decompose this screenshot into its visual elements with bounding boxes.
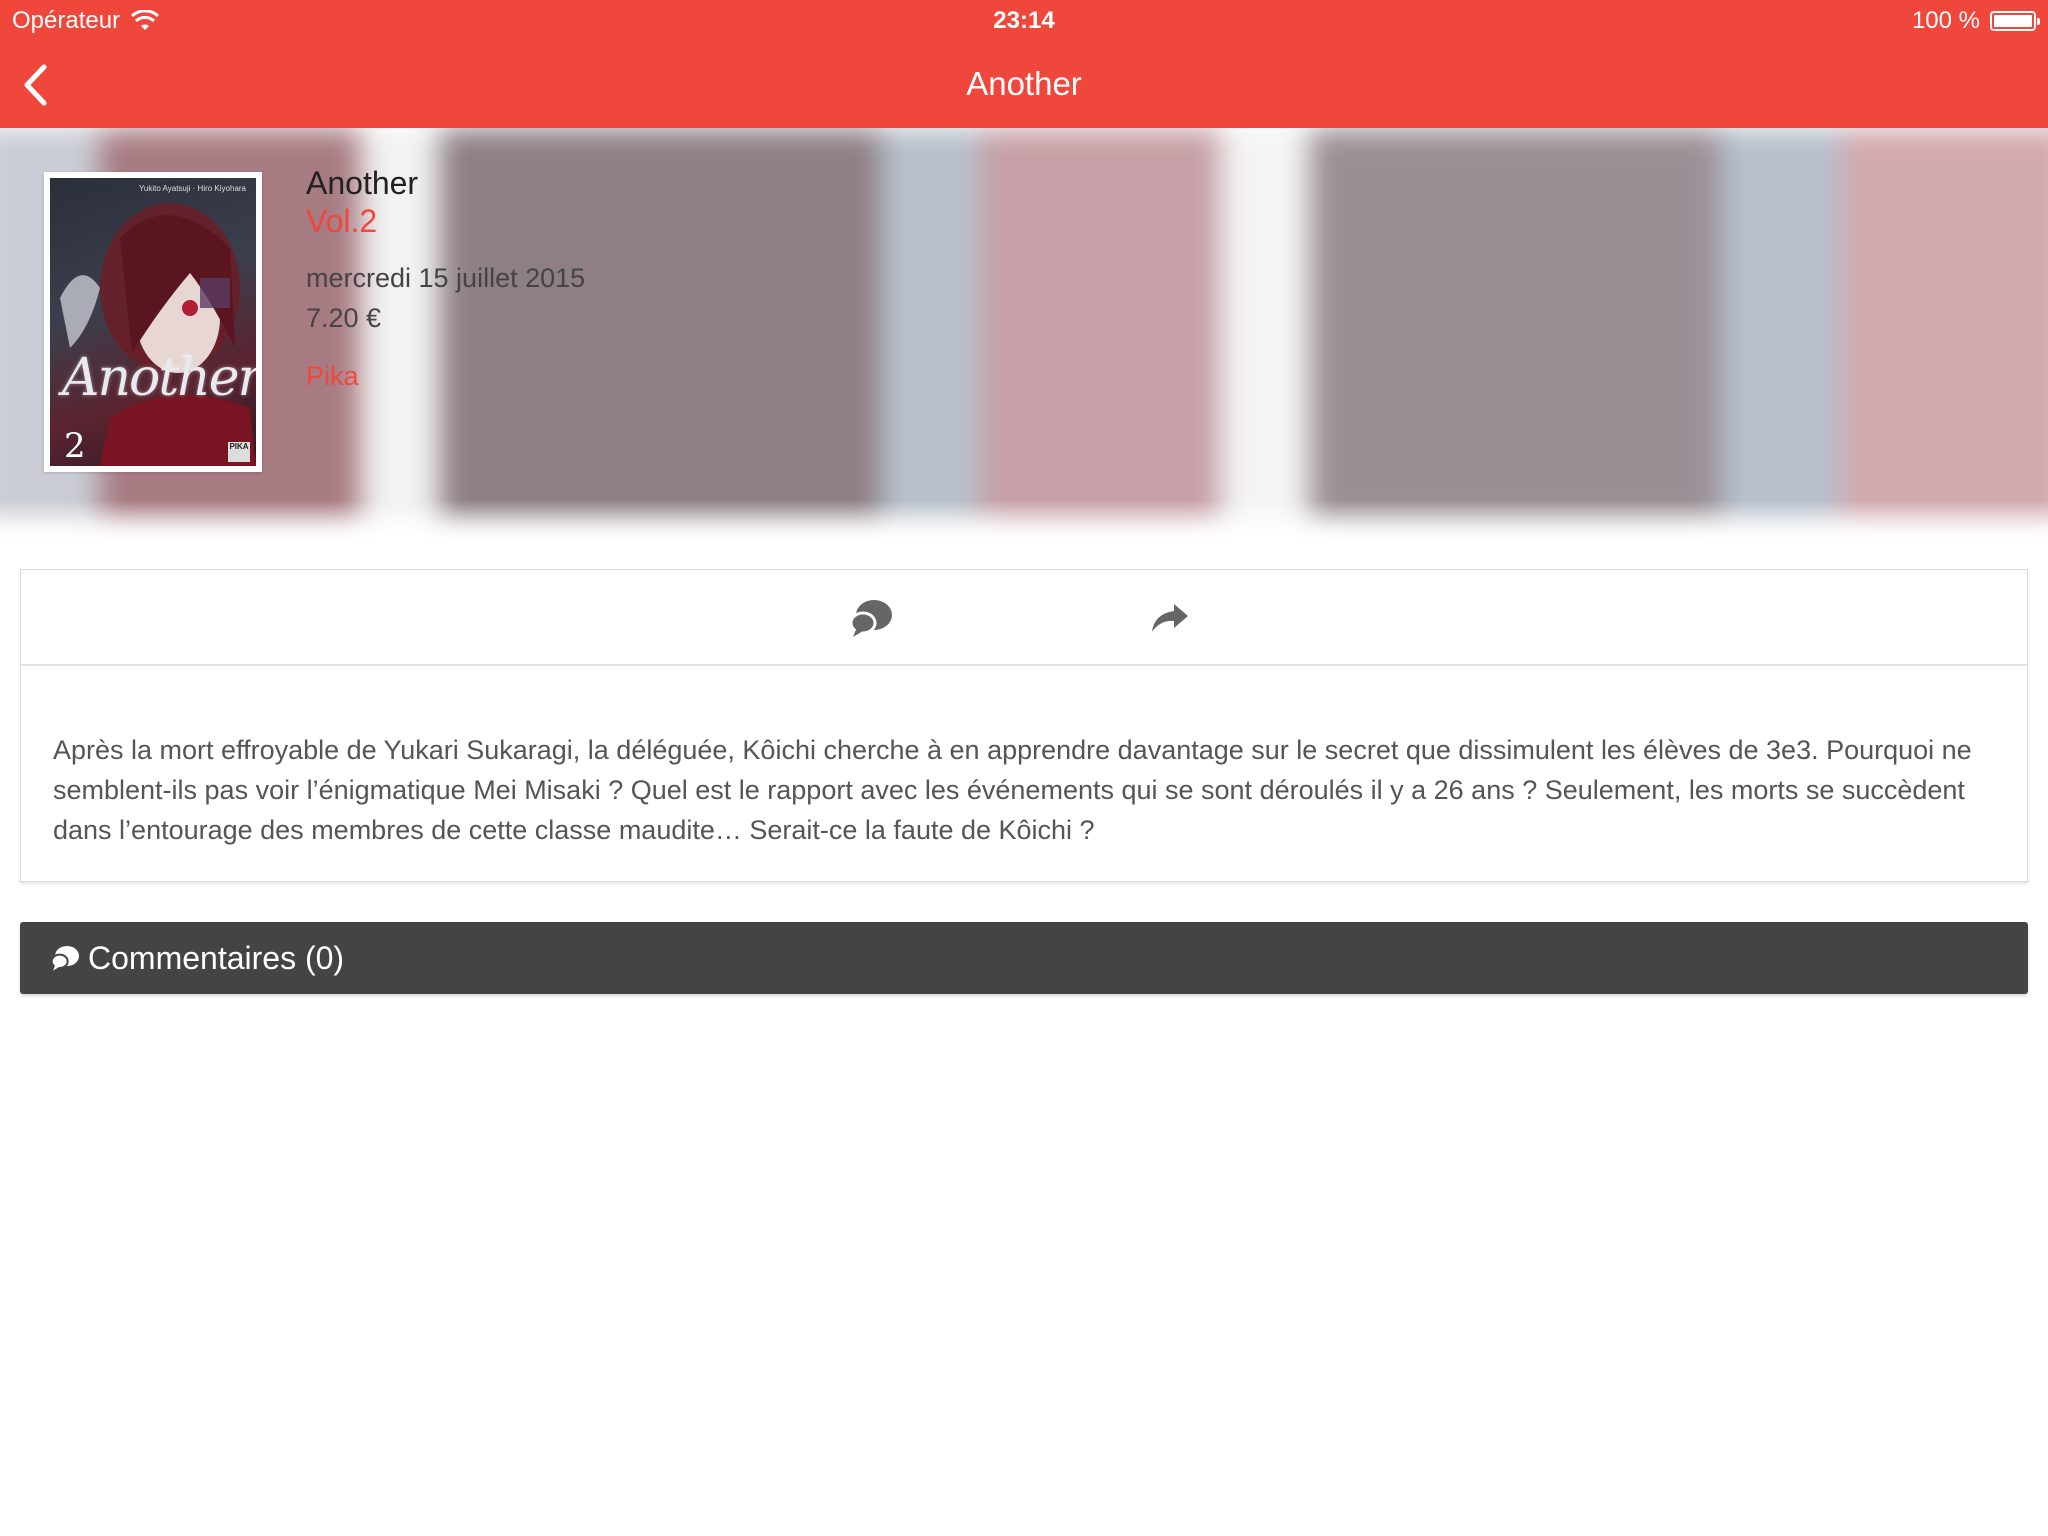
comments-section-header[interactable]: Commentaires (0) [20, 922, 2028, 994]
description-card: Après la mort effroyable de Yukari Sukar… [20, 569, 2028, 882]
top-bar: Opérateur 23:14 100 % Another [0, 0, 2048, 128]
status-battery: 100 % [1911, 6, 2040, 36]
cover-volume-number: 2 [64, 426, 86, 466]
nav-title: Another [966, 65, 1082, 102]
book-header: Yukito Ayatsuji · Hiro Kiyohara Another … [0, 128, 2048, 540]
book-title: Another [306, 165, 419, 201]
battery-icon [1990, 11, 2040, 31]
share-arrow-icon [1152, 604, 1188, 632]
chat-bubble-icon [849, 600, 892, 637]
publisher-link[interactable]: Pika [306, 358, 585, 394]
battery-percent: 100 % [1911, 7, 1980, 34]
comments-action-button[interactable] [845, 592, 897, 644]
cover-art: Yukito Ayatsuji · Hiro Kiyohara Another … [50, 178, 256, 466]
chat-bubble-icon [50, 946, 79, 971]
book-price: 7.20 € [306, 303, 382, 333]
publisher-logo: PIKA [228, 442, 250, 462]
book-volume: Vol.2 [306, 203, 378, 239]
share-button[interactable] [1143, 592, 1195, 644]
cover-title: Another [62, 348, 256, 408]
cover-illustration [60, 203, 256, 466]
release-date: mercredi 15 juillet 2015 [306, 263, 586, 293]
comments-label: Commentaires (0) [88, 939, 345, 976]
hero-fade [0, 500, 2048, 540]
cover-credits: Yukito Ayatsuji · Hiro Kiyohara [138, 184, 246, 193]
action-row [21, 570, 2027, 666]
book-description: Après la mort effroyable de Yukari Sukar… [53, 735, 1972, 845]
book-cover: Yukito Ayatsuji · Hiro Kiyohara Another … [44, 172, 262, 472]
status-time: 23:14 [993, 7, 1055, 34]
book-info: Another Vol.2 mercredi 15 juillet 2015 7… [306, 164, 585, 394]
